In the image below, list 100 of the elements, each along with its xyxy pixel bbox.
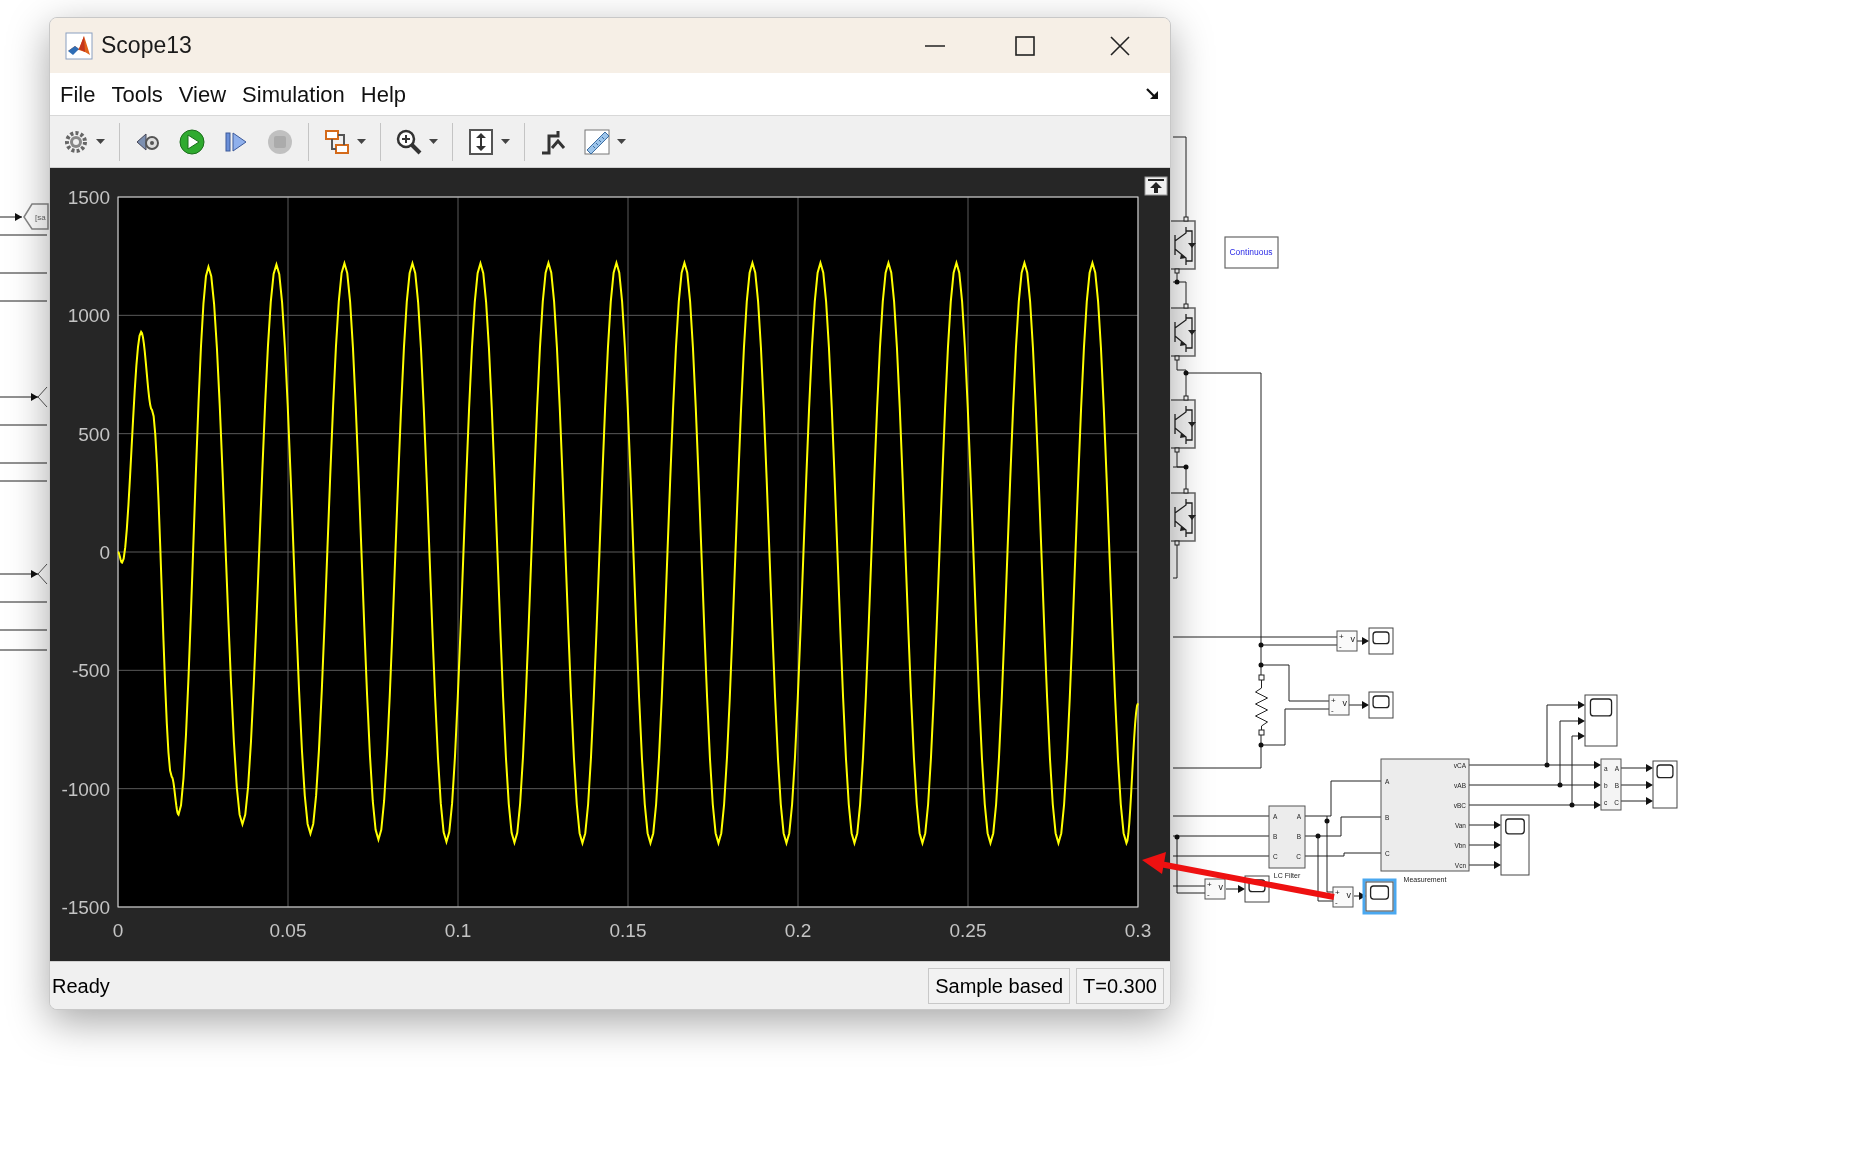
junction-dot (1557, 782, 1563, 788)
junction-dot (1183, 464, 1189, 470)
axis-tick-label: -500 (71, 660, 110, 682)
axis-tick-label: 1500 (67, 187, 110, 208)
wire (1225, 885, 1245, 893)
junction-dot (1258, 662, 1264, 668)
wire (0, 393, 39, 401)
wire (1468, 861, 1501, 869)
port-label: - (1339, 642, 1342, 651)
wire (0, 480, 48, 482)
status-field: Sample based (928, 967, 1071, 1004)
blocks-icon (323, 127, 351, 156)
wire (0, 649, 48, 651)
wire (0, 300, 48, 302)
junction-dot (1324, 818, 1330, 824)
run-icon (178, 127, 206, 156)
axis-tick-label: 0.05 (269, 920, 307, 941)
scope-block[interactable] (1500, 814, 1530, 876)
wire (1620, 797, 1653, 805)
wire (0, 234, 48, 236)
scope-block[interactable] (1368, 627, 1394, 655)
caret-icon (501, 138, 510, 145)
port-label: v (1350, 634, 1355, 644)
window-title: Scope13 (101, 31, 192, 61)
port-label: + (1331, 696, 1336, 705)
port-label: + (1339, 632, 1344, 641)
wire (0, 272, 48, 274)
scope-block[interactable] (1652, 760, 1678, 809)
junction-dot (1544, 762, 1550, 768)
zoom-in-icon (395, 127, 423, 156)
wire (1620, 764, 1653, 772)
lc-filter-block (1268, 805, 1306, 869)
junction-dot (1258, 742, 1264, 748)
menu-item[interactable]: Simulation (240, 77, 347, 111)
transform-block (1600, 758, 1622, 811)
axis-tick-label: 0.15 (609, 920, 647, 941)
wire (1353, 892, 1366, 900)
menu-item[interactable]: File (58, 77, 98, 111)
axis-tick-label: 0 (112, 920, 124, 941)
scope-block[interactable] (1368, 691, 1394, 719)
axis-tick-label: 0.3 (1124, 920, 1152, 941)
voltage-sensor-block (1328, 694, 1350, 716)
junction-dot (1315, 833, 1321, 839)
maximize-icon (1014, 34, 1036, 57)
wire (1356, 637, 1369, 645)
axis-tick-label: 0.25 (949, 920, 987, 941)
axis-tick-label: 0.1 (444, 920, 472, 941)
resistor-symbol (1255, 674, 1268, 736)
ruler-icon (583, 127, 611, 156)
wire (0, 462, 48, 464)
goto-tag-label: [sa (35, 213, 46, 222)
close-icon (1109, 34, 1131, 57)
axis-tick-label: -1500 (61, 897, 110, 918)
expand-icon[interactable] (1144, 176, 1168, 196)
junction-dot (1569, 802, 1575, 808)
wire (0, 424, 48, 426)
caret-icon (357, 138, 366, 145)
axis-tick-label: 0.2 (784, 920, 812, 941)
menu-item[interactable]: Help (358, 77, 409, 111)
fit-axes-icon (467, 127, 495, 156)
caret-icon (429, 138, 438, 145)
undock-icon[interactable] (1145, 86, 1161, 102)
menu-item[interactable]: View (176, 77, 229, 111)
voltage-sensor-block (1332, 886, 1354, 908)
voltage-sensor-block (1336, 630, 1358, 652)
status-field: T=0.300 (1076, 967, 1164, 1004)
stop-icon (266, 127, 294, 156)
junction-dot (1183, 370, 1189, 376)
wire (1468, 821, 1501, 829)
caret-icon (617, 138, 626, 145)
axis-tick-label: 500 (78, 423, 110, 445)
junction-dot (1174, 834, 1180, 840)
junction-dot (1258, 642, 1264, 648)
wire (0, 213, 23, 221)
port-label: + (1335, 888, 1340, 897)
wire (1260, 708, 1330, 746)
caret-icon (96, 138, 105, 145)
app-icon (65, 31, 93, 60)
wire (0, 601, 48, 603)
scope-block[interactable] (1362, 878, 1397, 915)
port-label: v (1346, 890, 1351, 900)
axis-tick-label: 1000 (67, 305, 110, 327)
axis-tick-label: -1000 (61, 778, 110, 800)
status-text: Ready (52, 973, 110, 999)
wire (1348, 701, 1369, 709)
axis-tick-label: 0 (99, 542, 110, 563)
menu-item[interactable]: Tools (109, 77, 165, 111)
solver-block (1224, 236, 1279, 269)
solver-block-label: Continuous (1229, 247, 1273, 257)
wire (0, 629, 48, 631)
port-label: v (1218, 882, 1223, 892)
wire (1468, 841, 1501, 849)
wire (0, 570, 39, 578)
wire (1620, 781, 1653, 789)
voltage-sensor-block (1204, 878, 1226, 900)
port-label: - (1207, 890, 1210, 899)
scope-block[interactable] (1584, 694, 1618, 747)
port-label: v (1342, 698, 1347, 708)
minimize-icon (924, 44, 946, 47)
port-label: - (1335, 898, 1338, 907)
